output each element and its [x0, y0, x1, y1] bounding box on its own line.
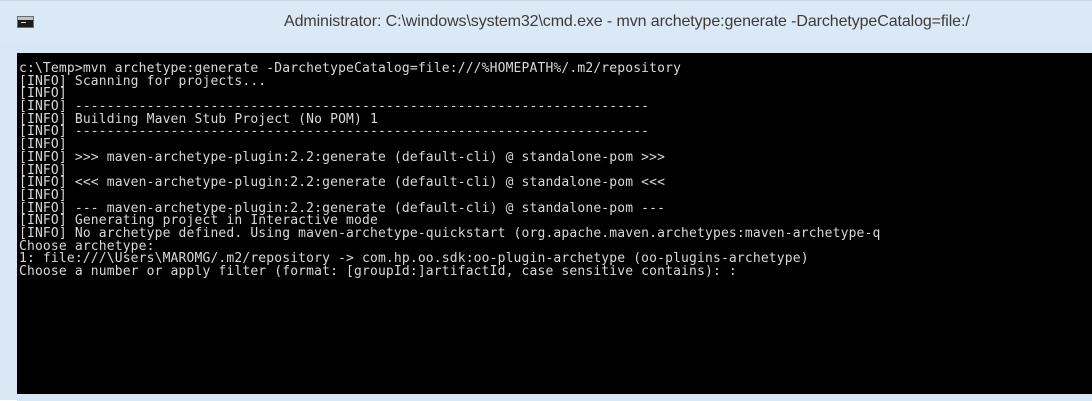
console-line: Choose a number or apply filter (format:…	[19, 264, 737, 279]
console-line: [INFO] >>> maven-archetype-plugin:2.2:ge…	[19, 149, 666, 165]
console-lines: c:\Temp>mvn archetype:generate -Darchety…	[19, 62, 880, 279]
cmd-window: Administrator: C:\windows\system32\cmd.e…	[0, 0, 1092, 401]
window-title: Administrator: C:\windows\system32\cmd.e…	[284, 13, 970, 30]
console-line: [INFO] ---------------------------------…	[19, 124, 650, 140]
console-line: [INFO] <<< maven-archetype-plugin:2.2:ge…	[19, 175, 666, 191]
console-line: [INFO] Scanning for projects...	[19, 73, 267, 89]
console-output[interactable]: c:\Temp>mvn archetype:generate -Darchety…	[17, 53, 1092, 394]
console-icon[interactable]	[17, 16, 34, 28]
title-bar[interactable]: Administrator: C:\windows\system32\cmd.e…	[0, 1, 1092, 45]
